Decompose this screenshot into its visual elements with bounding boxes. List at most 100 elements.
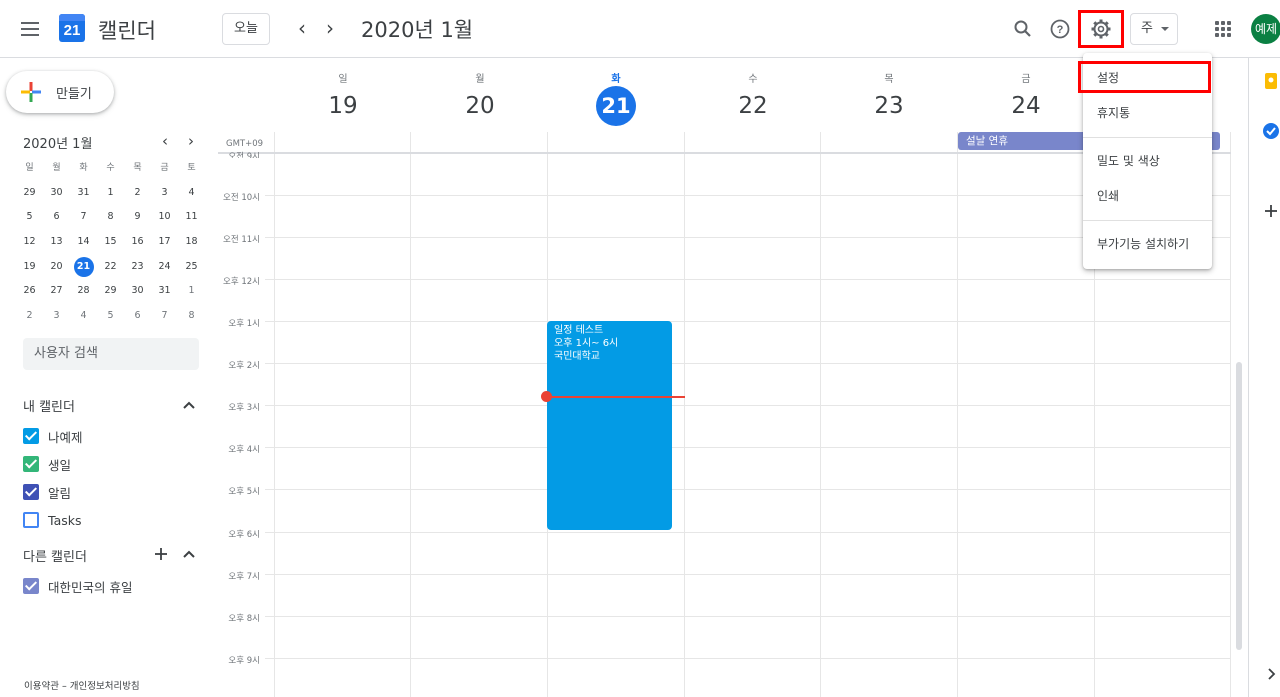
mini-day[interactable]: 29	[97, 279, 124, 304]
checkbox-checked-icon[interactable]	[23, 428, 39, 444]
day-header[interactable]: 목 23	[821, 70, 957, 123]
mini-day[interactable]: 5	[16, 205, 43, 230]
create-button[interactable]: 만들기	[6, 71, 114, 113]
mini-day[interactable]: 18	[178, 230, 205, 255]
day-divider	[410, 132, 411, 697]
tasks-icon[interactable]	[1262, 122, 1280, 140]
add-other-calendar-icon[interactable]	[151, 544, 171, 564]
checkbox-checked-icon[interactable]	[23, 484, 39, 500]
app-title: 캘린더	[98, 19, 156, 43]
mini-day[interactable]: 25	[178, 255, 205, 280]
mini-day[interactable]: 5	[97, 304, 124, 329]
mini-day[interactable]: 7	[70, 205, 97, 230]
mini-day[interactable]: 15	[97, 230, 124, 255]
day-number[interactable]: 19	[275, 89, 411, 123]
mini-day[interactable]: 1	[97, 181, 124, 206]
menu-item-install-addons[interactable]: 부가기능 설치하기	[1083, 227, 1212, 261]
apps-grid-icon[interactable]	[1213, 19, 1233, 39]
account-avatar[interactable]: 예제	[1251, 14, 1280, 44]
mini-day[interactable]: 31	[151, 279, 178, 304]
day-header[interactable]: 월 20	[412, 70, 548, 123]
mini-day[interactable]: 13	[43, 230, 70, 255]
mini-day[interactable]: 2	[16, 304, 43, 329]
menu-item-density-color[interactable]: 밀도 및 색상	[1083, 144, 1212, 178]
mini-day[interactable]: 3	[151, 181, 178, 206]
settings-highlight-frame	[1078, 10, 1124, 48]
event-time: 오후 1시~ 6시	[554, 338, 619, 349]
calendar-item[interactable]: 생일	[23, 454, 71, 474]
mini-day[interactable]: 2	[124, 181, 151, 206]
mini-day[interactable]: 29	[16, 181, 43, 206]
mini-day[interactable]: 14	[70, 230, 97, 255]
day-number[interactable]: 24	[958, 89, 1094, 123]
keep-icon[interactable]	[1262, 72, 1280, 90]
today-button[interactable]: 오늘	[222, 13, 270, 45]
search-people-input[interactable]: 사용자 검색	[23, 338, 199, 370]
help-icon[interactable]: ?	[1045, 14, 1075, 44]
day-number[interactable]: 23	[821, 89, 957, 123]
mini-day[interactable]: 1	[178, 279, 205, 304]
day-header[interactable]: 금 24	[958, 70, 1094, 123]
next-week-icon[interactable]: ›	[316, 14, 344, 42]
mini-day[interactable]: 28	[70, 279, 97, 304]
caret-down-icon	[1161, 27, 1169, 31]
main-menu-icon[interactable]	[17, 17, 43, 41]
checkbox-checked-icon[interactable]	[23, 578, 39, 594]
mini-next-icon[interactable]: ›	[180, 130, 202, 152]
prev-week-icon[interactable]: ‹	[288, 14, 316, 42]
mini-day[interactable]: 11	[178, 205, 205, 230]
day-header[interactable]: 일 19	[275, 70, 411, 123]
calendar-event[interactable]: 일정 테스트 오후 1시~ 6시 국민대학교	[547, 321, 672, 530]
mini-day[interactable]: 6	[43, 205, 70, 230]
mini-day[interactable]: 31	[70, 181, 97, 206]
view-selector-button[interactable]: 주	[1130, 13, 1178, 45]
mini-day[interactable]: 26	[16, 279, 43, 304]
calendar-item[interactable]: 대한민국의 휴일	[23, 576, 132, 596]
mini-day[interactable]: 10	[151, 205, 178, 230]
mini-day[interactable]: 3	[43, 304, 70, 329]
day-number[interactable]: 22	[685, 89, 821, 123]
mini-day[interactable]: 23	[124, 255, 151, 280]
search-icon[interactable]	[1008, 14, 1038, 44]
checkbox-unchecked-icon[interactable]	[23, 512, 39, 528]
mini-day[interactable]: 7	[151, 304, 178, 329]
mini-day[interactable]: 12	[16, 230, 43, 255]
grid-scrollbar[interactable]	[1236, 362, 1242, 650]
menu-item-settings[interactable]: 설정	[1083, 61, 1212, 95]
day-of-week: 목	[884, 74, 894, 85]
mini-day[interactable]: 22	[97, 255, 124, 280]
mini-day[interactable]: 24	[151, 255, 178, 280]
mini-day[interactable]: 16	[124, 230, 151, 255]
mini-prev-icon[interactable]: ‹	[154, 130, 176, 152]
day-header[interactable]: 수 22	[685, 70, 821, 123]
chevron-right-icon[interactable]	[1262, 665, 1280, 683]
collapse-my-calendars-icon[interactable]	[179, 395, 199, 415]
day-divider	[274, 132, 275, 697]
calendar-item[interactable]: Tasks	[23, 510, 82, 530]
day-number[interactable]: 21	[548, 86, 684, 126]
collapse-other-calendars-icon[interactable]	[179, 544, 199, 564]
footer-links[interactable]: 이용약관 – 개인정보처리방침	[24, 678, 140, 692]
add-addon-icon[interactable]	[1262, 202, 1280, 220]
mini-day[interactable]: 8	[97, 205, 124, 230]
mini-day[interactable]: 19	[16, 255, 43, 280]
mini-day[interactable]: 4	[70, 304, 97, 329]
calendar-item[interactable]: 나예제	[23, 426, 83, 446]
mini-day-today[interactable]: 21	[70, 255, 97, 280]
checkbox-checked-icon[interactable]	[23, 456, 39, 472]
mini-day[interactable]: 4	[178, 181, 205, 206]
mini-day[interactable]: 27	[43, 279, 70, 304]
day-header-today[interactable]: 화 21	[548, 70, 684, 126]
mini-day[interactable]: 8	[178, 304, 205, 329]
menu-item-print[interactable]: 인쇄	[1083, 179, 1212, 213]
mini-day[interactable]: 30	[124, 279, 151, 304]
calendar-item[interactable]: 알림	[23, 482, 71, 502]
mini-day[interactable]: 20	[43, 255, 70, 280]
time-label: 오후 3시	[228, 403, 260, 413]
day-number[interactable]: 20	[412, 89, 548, 123]
mini-day[interactable]: 6	[124, 304, 151, 329]
mini-day[interactable]: 30	[43, 181, 70, 206]
mini-day[interactable]: 17	[151, 230, 178, 255]
mini-day[interactable]: 9	[124, 205, 151, 230]
menu-item-trash[interactable]: 휴지통	[1083, 96, 1212, 130]
